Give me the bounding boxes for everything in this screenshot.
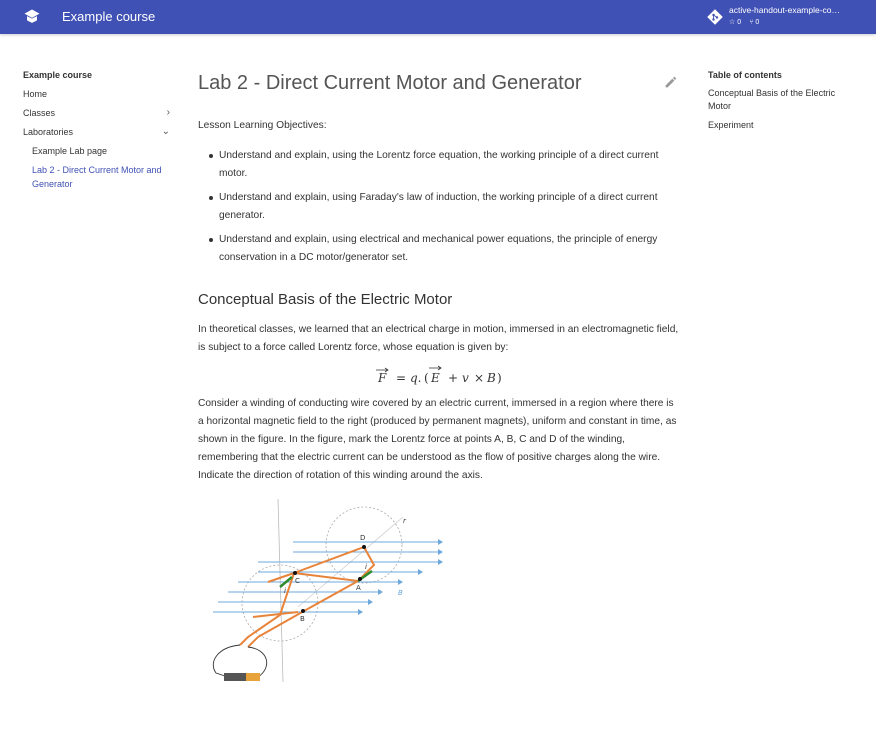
table-of-contents: Table of contents Conceptual Basis of th… bbox=[708, 70, 858, 138]
chevron-down-icon: ⌄ bbox=[161, 126, 170, 137]
forks-count: ⑂ 0 bbox=[749, 18, 760, 26]
label-B-vector: B bbox=[398, 589, 403, 597]
nav-item-example-lab[interactable]: Example Lab page bbox=[32, 144, 173, 163]
field-arrowheads bbox=[358, 539, 443, 615]
toc-title: Table of contents bbox=[708, 70, 782, 80]
fork-icon: ⑂ bbox=[749, 18, 754, 26]
lorentz-equation: F = q. ( E + v × B ) bbox=[198, 357, 682, 395]
battery-lead-right bbox=[247, 646, 268, 678]
winding-diagram: D A B C i i r B bbox=[212, 498, 443, 683]
eq-paren-close: ) bbox=[497, 371, 502, 385]
git-icon bbox=[707, 9, 723, 25]
nav-item-laboratories[interactable]: Laboratories ⌄ bbox=[23, 125, 173, 144]
label-B: B bbox=[300, 615, 305, 623]
nav-item-home[interactable]: Home bbox=[23, 87, 173, 106]
eq-times: × bbox=[474, 371, 484, 385]
school-logo-icon[interactable] bbox=[22, 7, 42, 27]
repo-facts: ☆ 0 ⑂ 0 bbox=[729, 18, 760, 27]
point-markers bbox=[293, 545, 366, 613]
chevron-right-icon: › bbox=[166, 107, 170, 118]
site-title[interactable]: Example course bbox=[62, 9, 155, 24]
laboratories-subnav: Example Lab page Lab 2 - Direct Current … bbox=[23, 144, 173, 191]
label-r: r bbox=[403, 517, 407, 525]
star-icon: ☆ bbox=[729, 19, 736, 26]
label-D: D bbox=[360, 534, 365, 542]
objectives-list: Understand and explain, using the Lorent… bbox=[198, 147, 682, 267]
objectives-intro: Lesson Learning Objectives: bbox=[198, 120, 327, 131]
paragraph-lorentz-intro: In theoretical classes, we learned that … bbox=[198, 324, 679, 353]
label-i-left: i bbox=[284, 587, 286, 595]
eq-v: v bbox=[462, 371, 469, 385]
main-content: Lab 2 - Direct Current Motor and Generat… bbox=[198, 66, 682, 692]
toc-item-experiment[interactable]: Experiment bbox=[708, 119, 858, 132]
repo-name: active-handout-example-co… bbox=[729, 5, 841, 15]
battery-lead-left bbox=[212, 644, 241, 678]
repository-link[interactable]: active-handout-example-co… ☆ 0 ⑂ 0 bbox=[707, 5, 867, 29]
equation-svg: F = q. ( E + v × B ) bbox=[376, 365, 502, 385]
eq-F: F bbox=[377, 371, 387, 385]
nav-item-classes[interactable]: Classes › bbox=[23, 106, 173, 125]
eq-B: B bbox=[486, 371, 496, 385]
eq-plus: + bbox=[448, 371, 458, 385]
primary-navigation: Example course Home Classes › Laboratori… bbox=[23, 70, 173, 191]
page-title: Lab 2 - Direct Current Motor and Generat… bbox=[198, 72, 582, 94]
nav-item-lab2-active[interactable]: Lab 2 - Direct Current Motor and Generat… bbox=[32, 163, 173, 191]
toc-item-conceptual-basis[interactable]: Conceptual Basis of the Electric Motor bbox=[708, 87, 858, 113]
section-heading: Conceptual Basis of the Electric Motor bbox=[198, 291, 453, 308]
objective-item: Understand and explain, using the Lorent… bbox=[198, 147, 682, 183]
label-i-right: i bbox=[365, 563, 367, 571]
objective-item: Understand and explain, using Faraday's … bbox=[198, 189, 682, 225]
eq-paren-open: ( bbox=[424, 371, 429, 385]
stars-count: ☆ 0 bbox=[729, 18, 742, 27]
eq-q: q. bbox=[410, 371, 422, 385]
header: Example course active-handout-example-co… bbox=[0, 0, 876, 34]
vector-arrow-E bbox=[429, 365, 442, 371]
objective-item: Understand and explain, using electrical… bbox=[198, 231, 682, 267]
battery-cap bbox=[246, 673, 260, 681]
eq-E: E bbox=[430, 371, 440, 385]
label-A: A bbox=[356, 584, 361, 592]
nav-title: Example course bbox=[23, 70, 93, 80]
paragraph-winding: Consider a winding of conducting wire co… bbox=[198, 398, 677, 481]
winding-figure: D A B C i i r B bbox=[198, 497, 682, 692]
eq-equals: = bbox=[396, 371, 406, 385]
label-C: C bbox=[295, 577, 300, 585]
